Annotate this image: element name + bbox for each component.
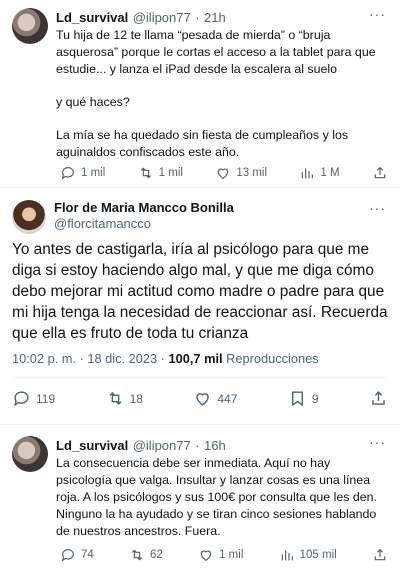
- view-count: 100,7 mil: [168, 351, 223, 366]
- more-icon[interactable]: ···: [369, 6, 386, 22]
- divider: [0, 424, 400, 425]
- share-icon: [372, 391, 385, 405]
- retweet-icon: [140, 167, 151, 179]
- views-label: Reproducciones: [226, 351, 319, 366]
- retweet-icon: [131, 549, 143, 561]
- reply-icon: [61, 167, 74, 180]
- bookmark-icon: [291, 391, 303, 407]
- tweet-meta: 10:02 p. m. · 18 dic. 2023 · 100,7 mil R…: [12, 351, 319, 366]
- share-button[interactable]: [372, 165, 388, 181]
- reply-button[interactable]: 74: [60, 547, 94, 563]
- divider: [0, 187, 400, 188]
- views-button[interactable]: 1 M: [299, 165, 340, 181]
- timestamp[interactable]: 10:02 p. m. · 18 dic. 2023 ·: [12, 351, 165, 366]
- bookmark-button[interactable]: 9: [288, 389, 319, 408]
- reply-button[interactable]: 119: [12, 389, 55, 408]
- tweet-time[interactable]: 21h: [204, 10, 226, 25]
- like-icon: [196, 393, 210, 406]
- like-icon: [218, 168, 229, 180]
- views-icon: [281, 550, 293, 561]
- like-icon: [200, 550, 212, 562]
- divider: [12, 377, 388, 378]
- share-button[interactable]: [372, 547, 388, 563]
- reply-button[interactable]: 1 mil: [60, 165, 105, 181]
- author-name[interactable]: Flor de Maria Mancco Bonilla: [54, 200, 234, 215]
- tweet-actions: 119 18 447 9: [12, 389, 388, 408]
- reply-icon: [14, 391, 29, 407]
- avatar[interactable]: [12, 8, 48, 44]
- tweet-actions: 74 62 1 mil 105 mil: [60, 547, 388, 563]
- retweet-button[interactable]: 18: [106, 389, 143, 408]
- views-button[interactable]: 105 mil: [279, 547, 337, 563]
- tweet-header: Ld_survival @ilipon77 · 21h: [56, 10, 226, 25]
- like-button[interactable]: 447: [193, 389, 237, 408]
- avatar[interactable]: [12, 200, 46, 234]
- retweet-button[interactable]: 62: [129, 547, 163, 563]
- share-icon: [374, 166, 386, 179]
- avatar[interactable]: [12, 436, 48, 472]
- more-icon[interactable]: ···: [369, 200, 386, 216]
- tweet-time[interactable]: 16h: [204, 438, 226, 453]
- tweet-text: La consecuencia debe ser inmediata. Aquí…: [56, 456, 377, 538]
- retweet-button[interactable]: 1 mil: [138, 165, 183, 181]
- author-handle[interactable]: @florcitamancco: [54, 216, 151, 231]
- reply-icon: [61, 549, 74, 562]
- share-icon: [374, 548, 386, 561]
- share-button[interactable]: [369, 389, 388, 408]
- author-handle[interactable]: @ilipon77: [133, 10, 191, 25]
- tweet-text: Tu hija de 12 te llama “pesada de mierda…: [56, 28, 376, 159]
- tweet-text: Yo antes de castigarla, iría al psicólog…: [12, 241, 388, 342]
- views-icon: [302, 168, 314, 179]
- like-button[interactable]: 13 mil: [215, 165, 267, 181]
- author-name[interactable]: Ld_survival: [56, 10, 128, 25]
- author-handle[interactable]: @ilipon77: [133, 438, 191, 453]
- tweet-header: Ld_survival @ilipon77 · 16h: [56, 438, 226, 453]
- tweet-actions: 1 mil 1 mil 13 mil 1 M: [60, 165, 388, 181]
- author-name[interactable]: Ld_survival: [56, 438, 128, 453]
- retweet-icon: [109, 391, 122, 406]
- like-button[interactable]: 1 mil: [198, 547, 243, 563]
- more-icon[interactable]: ···: [369, 434, 386, 450]
